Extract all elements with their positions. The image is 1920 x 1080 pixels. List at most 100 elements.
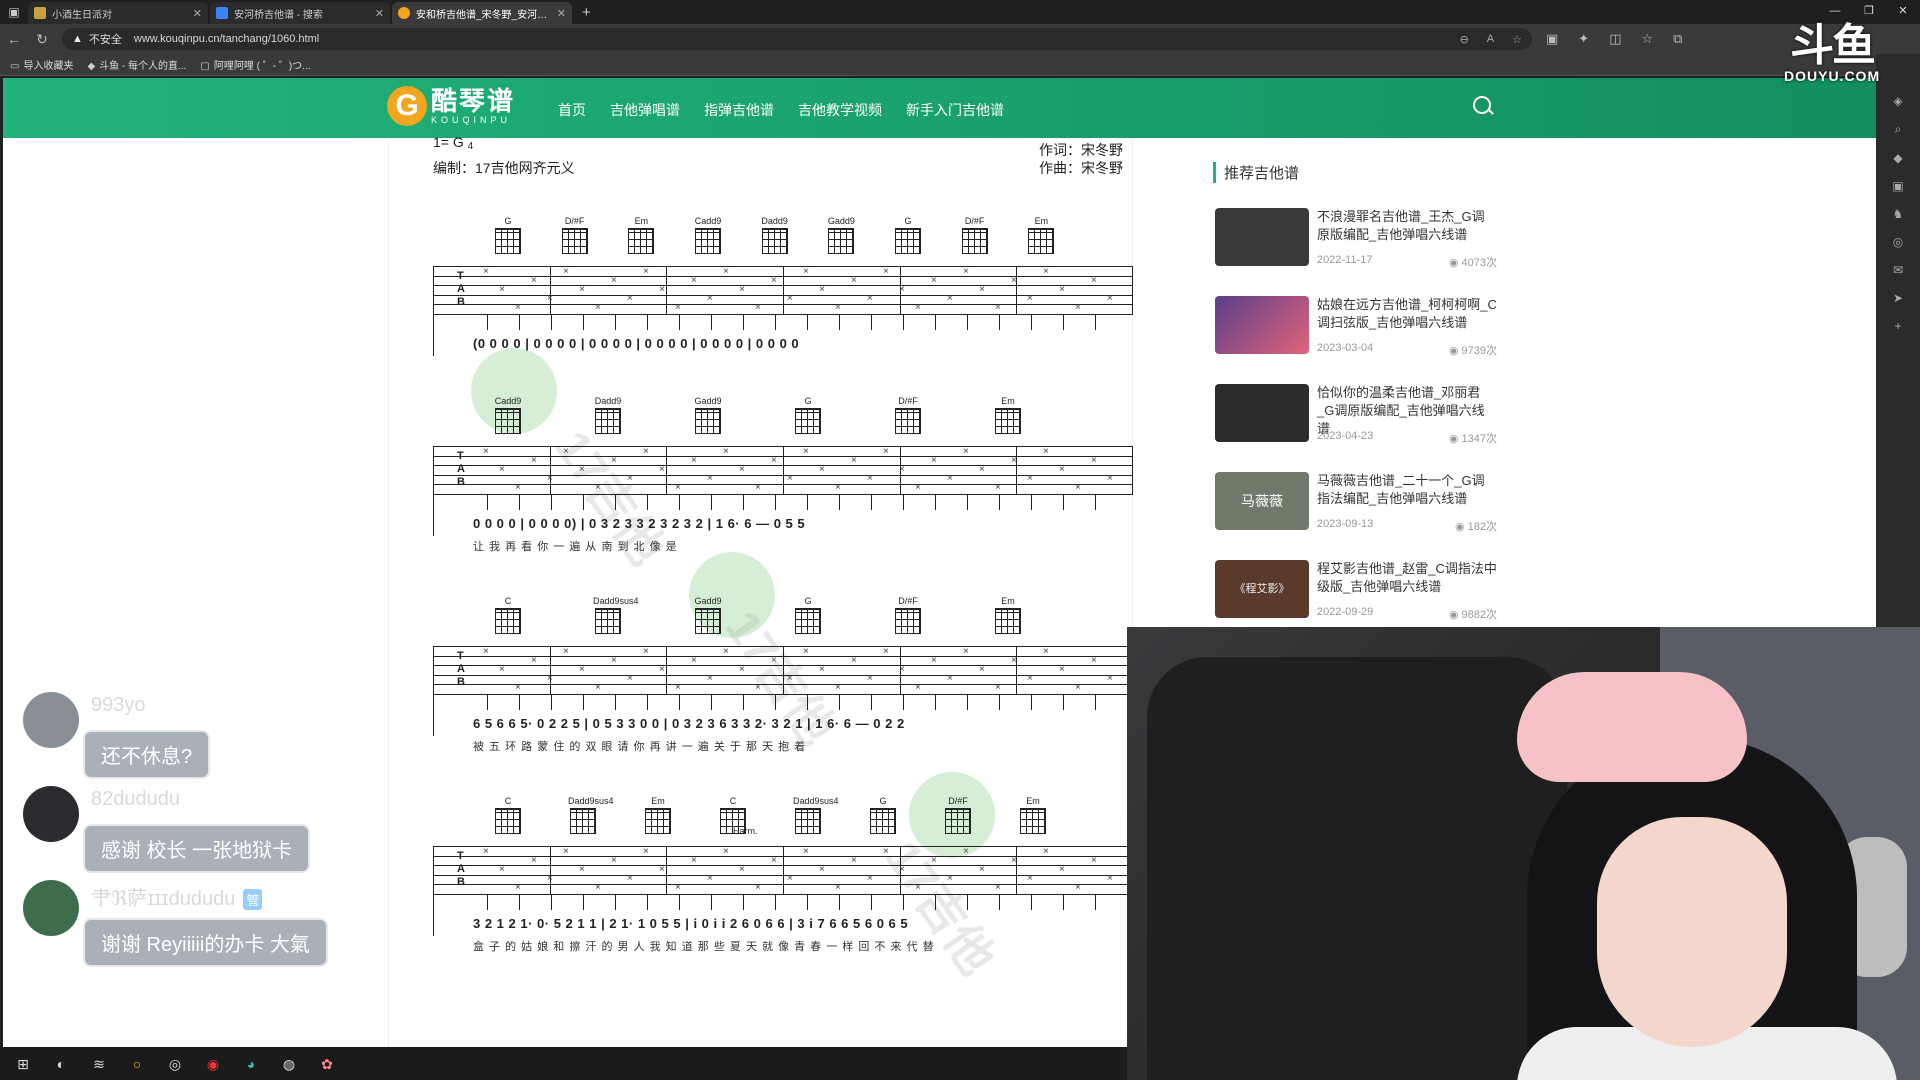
menu-beginner-tabs[interactable]: 新手入门吉他谱 (906, 100, 1004, 120)
favorite-star-icon[interactable]: ☆ (1512, 33, 1522, 46)
reload-icon[interactable]: ↻ (28, 31, 56, 48)
edge-browser-icon[interactable]: ◕ (240, 1053, 262, 1075)
menu-home[interactable]: 首页 (558, 100, 586, 120)
chord-name: G (504, 216, 512, 226)
note-stem (551, 314, 552, 330)
bookmark-item[interactable]: ◆ 斗鱼 - 每个人的直... (87, 57, 186, 72)
logo-subtext: KOUQINPU (431, 115, 512, 125)
note-stem (775, 694, 776, 710)
split-screen-icon[interactable]: ◫ (1609, 31, 1621, 47)
new-tab-button[interactable]: + (574, 4, 599, 21)
recommend-item[interactable]: 不浪漫罪名吉他谱_王杰_G调原版编配_吉他弹唱六线谱 2022-11-17 ◉ … (1215, 208, 1515, 278)
chord-name: Gadd9 (827, 216, 855, 226)
zoom-icon[interactable]: ⊖ (1460, 33, 1469, 46)
site-logo[interactable]: G 酷琴谱 KOUQINPU (387, 86, 515, 126)
copilot-icon[interactable]: ◈ (1893, 94, 1902, 108)
menu-fingerstyle-tabs[interactable]: 指弹吉他谱 (704, 100, 774, 120)
recommend-item[interactable]: 姑娘在远方吉他谱_柯柯柯啊_C调扫弦版_吉他弹唱六线谱 2023-03-04 ◉… (1215, 296, 1515, 366)
tab-note-mark: × (899, 864, 905, 875)
add-sidebar-icon[interactable]: + (1894, 319, 1901, 333)
window-menu-icon[interactable]: ▣ (0, 5, 28, 19)
recommend-thumbnail[interactable] (1215, 296, 1309, 354)
staff-left-edge (433, 646, 434, 736)
taskbar-app-icon[interactable]: ○ (126, 1053, 148, 1075)
tab-note-mark: × (979, 464, 985, 475)
recommend-thumbnail[interactable]: 马薇薇 (1215, 472, 1309, 530)
guitar-tab-sheet: 1= G 4 编制：17吉他网齐元义 作词：宋冬野 作曲：宋冬野 17吉他 17… (388, 134, 1133, 1047)
netease-music-icon[interactable]: ◉ (202, 1053, 224, 1075)
numbered-notation: 6 5 6 6 5· 0 2 2 5 | 0 5 3 3 0 0 | 0 3 2… (473, 716, 905, 731)
tab-note-mark: × (611, 455, 617, 466)
extensions-icon[interactable]: ✦ (1578, 31, 1589, 47)
tab-note-mark: × (499, 464, 505, 475)
chord-diagram: D/#F (893, 596, 923, 636)
games-icon[interactable]: ♞ (1893, 207, 1904, 221)
recommend-thumbnail[interactable]: 《程艾影》 (1215, 560, 1309, 618)
screenshot-icon[interactable]: ▣ (1546, 31, 1558, 47)
taskbar-app-icon[interactable]: ≋ (88, 1053, 110, 1075)
tab-note-mark: × (1107, 473, 1113, 484)
recommend-thumbnail[interactable] (1215, 208, 1309, 266)
note-stem (775, 494, 776, 510)
recommend-item[interactable]: 马薇薇 马薇薇吉他谱_二十一个_G调指法编配_吉他弹唱六线谱 2023-09-1… (1215, 472, 1515, 542)
search-icon[interactable] (1473, 96, 1491, 114)
browser-tab[interactable]: 安河桥吉他谱 - 搜索 ✕ (210, 2, 390, 24)
note-stem (615, 894, 616, 910)
recommend-item-title[interactable]: 不浪漫罪名吉他谱_王杰_G调原版编配_吉他弹唱六线谱 (1317, 208, 1497, 244)
read-aloud-icon[interactable]: A (1487, 33, 1494, 46)
note-stem (647, 314, 648, 330)
tab-note-mark: × (979, 664, 985, 675)
recommend-item[interactable]: 《程艾影》 程艾影吉他谱_赵雷_C调指法中级版_吉他弹唱六线谱 2022-09-… (1215, 560, 1515, 630)
taskbar-app-icon[interactable]: ✿ (316, 1053, 338, 1075)
browser-tab-active[interactable]: 安和桥吉他谱_宋冬野_安河桥G ✕ (392, 2, 572, 24)
recommend-item[interactable]: 恰似你的温柔吉他谱_邓丽君_G调原版编配_吉他弹唱六线谱 2023-04-23 … (1215, 384, 1515, 454)
bookmark-item[interactable]: ▭ 导入收藏夹 (10, 57, 73, 72)
bookmark-item[interactable]: ▢ 阿哩阿哩 ( ゜- ゜)つ... (200, 57, 310, 72)
tab-note-mark: × (1075, 882, 1081, 893)
recommend-item-title[interactable]: 姑娘在远方吉他谱_柯柯柯啊_C调扫弦版_吉他弹唱六线谱 (1317, 296, 1497, 332)
chord-name: Em (651, 796, 665, 806)
recommend-item-title[interactable]: 程艾影吉他谱_赵雷_C调指法中级版_吉他弹唱六线谱 (1317, 560, 1497, 596)
chord-name: C (504, 596, 512, 606)
office-icon[interactable]: ◎ (1893, 235, 1903, 249)
search-sidebar-icon[interactable]: ⌕ (1895, 122, 1902, 137)
close-tab-icon[interactable]: ✕ (375, 7, 384, 20)
windows-start-icon[interactable]: ⊞ (12, 1053, 34, 1075)
chord-diagram: D/#F (560, 216, 590, 256)
security-label: 不安全 (88, 34, 122, 46)
favorites-icon[interactable]: ☆ (1642, 31, 1654, 47)
tools-icon[interactable]: ◆ (1893, 151, 1902, 165)
taskbar-app-icon[interactable]: ◐ (50, 1053, 72, 1075)
tab-note-mark: × (931, 275, 937, 286)
tab-note-mark: × (755, 882, 761, 893)
note-stem (967, 314, 968, 330)
recommend-thumbnail[interactable] (1215, 384, 1309, 442)
shopping-icon[interactable]: ▣ (1892, 179, 1903, 193)
recommend-item-title[interactable]: 马薇薇吉他谱_二十一个_G调指法编配_吉他弹唱六线谱 (1317, 472, 1497, 508)
collections-icon[interactable]: ⧉ (1673, 31, 1682, 47)
menu-strum-tabs[interactable]: 吉他弹唱谱 (610, 100, 680, 120)
tab-note-mark: × (659, 284, 665, 295)
bar-line (549, 446, 551, 494)
chord-grid (895, 608, 921, 634)
tab-note-mark: × (707, 873, 713, 884)
close-tab-icon[interactable]: ✕ (193, 7, 202, 20)
chord-grid (995, 408, 1021, 434)
note-stem (551, 494, 552, 510)
note-stem (487, 494, 488, 510)
steam-icon[interactable]: ◍ (278, 1053, 300, 1075)
tab-note-mark: × (1059, 464, 1065, 475)
outlook-icon[interactable]: ✉ (1893, 263, 1903, 277)
send-icon[interactable]: ➤ (1893, 291, 1903, 305)
note-stem (839, 314, 840, 330)
close-window-icon[interactable]: ✕ (1886, 0, 1920, 24)
taskbar-app-icon[interactable]: ◎ (164, 1053, 186, 1075)
chord-grid (595, 608, 621, 634)
chord-grid (795, 808, 821, 834)
address-bar[interactable]: ▲ 不安全 www.kouqinpu.cn/tanchang/1060.html… (62, 28, 1532, 50)
close-tab-icon[interactable]: ✕ (557, 7, 566, 20)
back-icon[interactable]: ← (0, 31, 28, 47)
menu-lesson-videos[interactable]: 吉他教学视频 (798, 100, 882, 120)
tab-note-mark: × (547, 473, 553, 484)
browser-tab[interactable]: 小酒生日派对 ✕ (28, 2, 208, 24)
